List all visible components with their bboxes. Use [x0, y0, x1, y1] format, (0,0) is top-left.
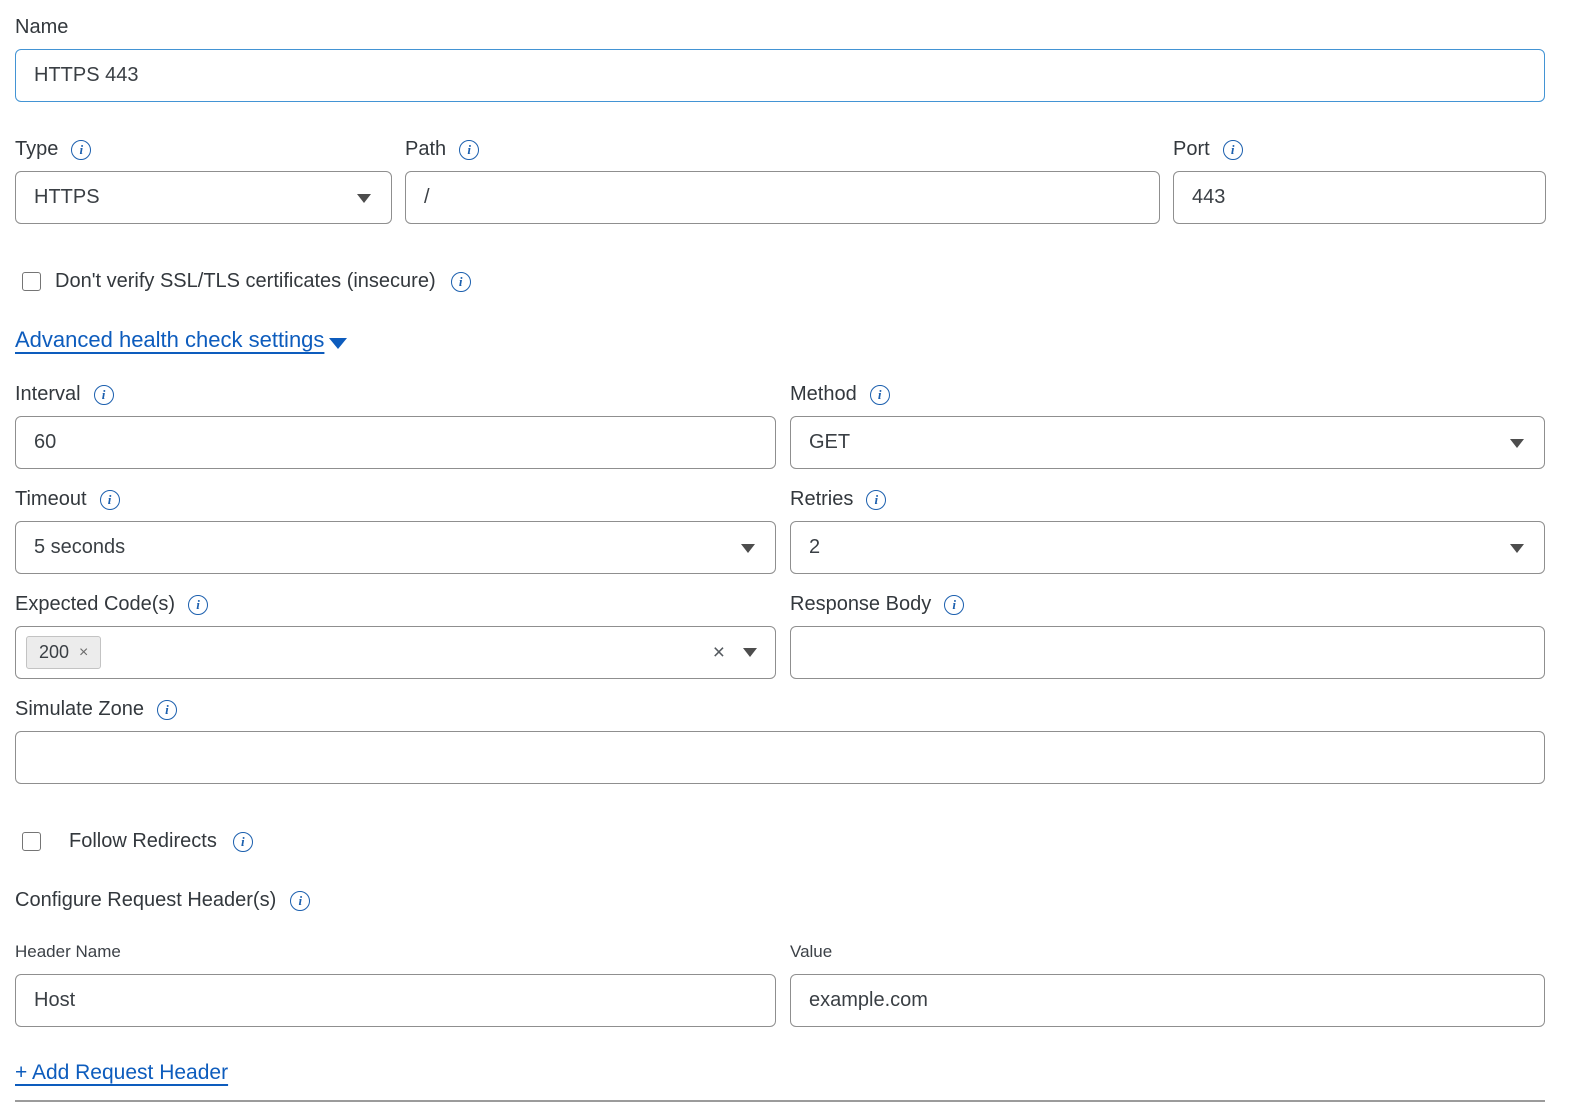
response-body-field: Response Body i	[790, 593, 1545, 679]
advanced-settings-grid: Interval i Method i GET Timeout i 5 seco…	[15, 383, 1545, 784]
header-name-label: Header Name	[15, 942, 121, 962]
caret-down-icon[interactable]	[329, 338, 347, 349]
type-label: Type	[15, 138, 58, 161]
path-label: Path	[405, 138, 446, 161]
add-request-header-link[interactable]: + Add Request Header	[15, 1061, 228, 1085]
follow-redirects-checkbox[interactable]	[22, 832, 41, 851]
port-label: Port	[1173, 138, 1210, 161]
method-label: Method	[790, 383, 857, 406]
request-header-row: Header Name Value	[15, 942, 1545, 1027]
timeout-select[interactable]: 5 seconds	[15, 521, 776, 574]
section-divider	[15, 1100, 1545, 1102]
add-request-header-link-label: + Add Request Header	[15, 1061, 228, 1085]
request-headers-section-label-row: Configure Request Header(s) i	[15, 889, 1545, 912]
retries-select[interactable]: 2	[790, 521, 1545, 574]
advanced-settings-row: Advanced health check settings	[15, 327, 1545, 353]
info-icon[interactable]: i	[290, 891, 310, 911]
retries-select-value: 2	[809, 536, 820, 559]
add-request-header-row: + Add Request Header	[15, 1061, 1545, 1085]
expected-code-chip: 200 ×	[26, 636, 101, 669]
clear-all-icon[interactable]: ×	[713, 642, 725, 663]
info-icon[interactable]: i	[188, 595, 208, 615]
simulate-zone-label: Simulate Zone	[15, 698, 144, 721]
chevron-down-icon	[357, 194, 371, 203]
header-value-input[interactable]	[790, 974, 1545, 1027]
timeout-field: Timeout i 5 seconds	[15, 488, 776, 574]
type-path-port-row: Type i HTTPS Path i Port i	[15, 138, 1545, 224]
name-input[interactable]	[15, 49, 1545, 102]
header-name-field: Header Name	[15, 942, 776, 1027]
name-label: Name	[15, 16, 68, 39]
method-field: Method i GET	[790, 383, 1545, 469]
response-body-input[interactable]	[790, 626, 1545, 679]
interval-field: Interval i	[15, 383, 776, 469]
request-headers-section-label: Configure Request Header(s)	[15, 889, 276, 912]
response-body-label: Response Body	[790, 593, 931, 616]
chip-remove-icon[interactable]: ×	[79, 644, 88, 662]
type-select-value: HTTPS	[34, 186, 100, 209]
timeout-select-value: 5 seconds	[34, 536, 125, 559]
name-label-row: Name	[15, 16, 1545, 39]
ssl-verify-checkbox-row: Don't verify SSL/TLS certificates (insec…	[15, 270, 1545, 293]
expected-codes-label: Expected Code(s)	[15, 593, 175, 616]
ssl-verify-label: Don't verify SSL/TLS certificates (insec…	[55, 270, 436, 293]
interval-label: Interval	[15, 383, 81, 406]
expected-code-chip-label: 200	[39, 642, 69, 663]
header-name-input[interactable]	[15, 974, 776, 1027]
simulate-zone-input[interactable]	[15, 731, 1545, 784]
chevron-down-icon[interactable]	[743, 648, 757, 657]
type-select[interactable]: HTTPS	[15, 171, 392, 224]
info-icon[interactable]: i	[1223, 140, 1243, 160]
advanced-settings-link-label: Advanced health check settings	[15, 327, 324, 353]
info-icon[interactable]: i	[100, 490, 120, 510]
chevron-down-icon	[741, 544, 755, 553]
follow-redirects-label: Follow Redirects	[69, 830, 217, 853]
info-icon[interactable]: i	[157, 700, 177, 720]
info-icon[interactable]: i	[944, 595, 964, 615]
follow-redirects-row: Follow Redirects i	[15, 830, 1545, 853]
chevron-down-icon	[1510, 544, 1524, 553]
simulate-zone-field: Simulate Zone i	[15, 698, 1545, 784]
ssl-verify-checkbox[interactable]	[22, 272, 41, 291]
chevron-down-icon	[1510, 439, 1524, 448]
expected-codes-multiselect[interactable]: 200 × ×	[15, 626, 776, 679]
info-icon[interactable]: i	[866, 490, 886, 510]
info-icon[interactable]: i	[451, 272, 471, 292]
info-icon[interactable]: i	[459, 140, 479, 160]
interval-input[interactable]	[15, 416, 776, 469]
header-value-label: Value	[790, 942, 832, 962]
info-icon[interactable]: i	[870, 385, 890, 405]
port-input[interactable]	[1173, 171, 1546, 224]
health-check-form: Name Type i HTTPS Path i Port i	[15, 0, 1545, 1102]
advanced-settings-link[interactable]: Advanced health check settings	[15, 327, 324, 353]
retries-field: Retries i 2	[790, 488, 1545, 574]
method-select-value: GET	[809, 431, 850, 454]
info-icon[interactable]: i	[71, 140, 91, 160]
header-value-field: Value	[790, 942, 1545, 1027]
timeout-label: Timeout	[15, 488, 87, 511]
path-input[interactable]	[405, 171, 1160, 224]
info-icon[interactable]: i	[94, 385, 114, 405]
info-icon[interactable]: i	[233, 832, 253, 852]
expected-codes-field: Expected Code(s) i 200 × ×	[15, 593, 776, 679]
retries-label: Retries	[790, 488, 853, 511]
method-select[interactable]: GET	[790, 416, 1545, 469]
